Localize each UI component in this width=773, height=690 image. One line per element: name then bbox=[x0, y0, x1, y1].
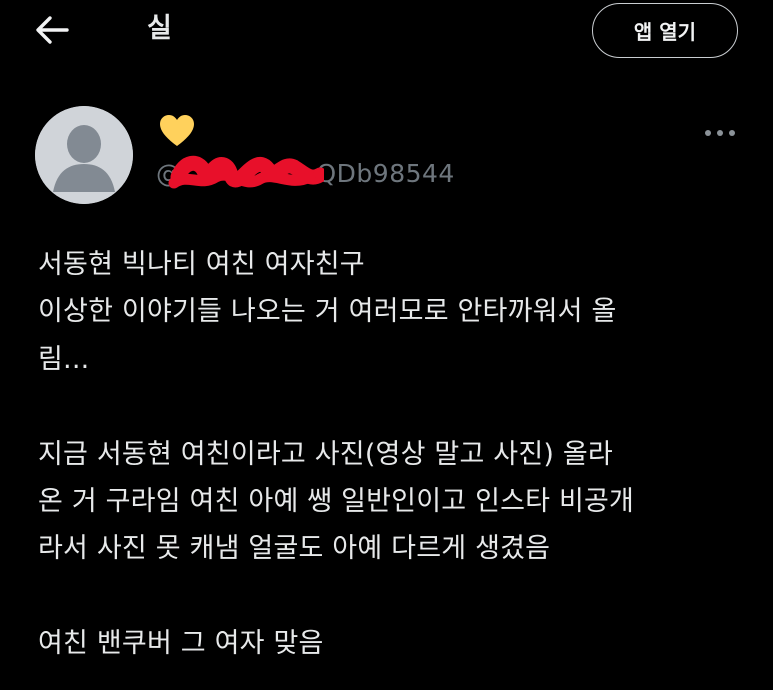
more-options-button[interactable] bbox=[700, 118, 740, 148]
yellow-heart-icon bbox=[158, 113, 196, 149]
post-text: 서동현 빅나티 여친 여자친구 이상한 이야기들 나오는 거 여러모로 안타까워… bbox=[38, 241, 738, 668]
post-line: 서동현 빅나티 여친 여자친구 bbox=[38, 249, 365, 280]
more-horizontal-icon bbox=[705, 130, 735, 136]
open-app-button[interactable]: 앱 열기 bbox=[592, 3, 738, 58]
author-handle[interactable]: @ QDb98544 bbox=[156, 155, 516, 195]
post-line: 지금 서동현 여친이라고 사진(영상 말고 사진) 올라 bbox=[38, 438, 613, 470]
back-arrow-icon bbox=[36, 16, 69, 44]
post-line: 온 거 구라임 여친 아예 쌩 일반인이고 인스타 비공개 bbox=[38, 485, 635, 517]
red-scribble-redaction bbox=[168, 155, 324, 189]
post-line: 림... bbox=[38, 343, 90, 375]
top-bar: 실 앱 열기 bbox=[0, 0, 773, 64]
back-button[interactable] bbox=[30, 10, 74, 50]
avatar[interactable] bbox=[35, 106, 133, 204]
post-line: 이상한 이야기들 나오는 거 여러모로 안타까워서 올 bbox=[38, 296, 617, 328]
post-line: 여친 밴쿠버 그 여자 맞음 bbox=[38, 628, 324, 660]
page-title: 실 bbox=[147, 13, 172, 44]
post-line: 라서 사진 못 캐냄 얼굴도 아예 다르게 생겼음 bbox=[38, 533, 551, 565]
default-profile-icon bbox=[35, 106, 133, 204]
